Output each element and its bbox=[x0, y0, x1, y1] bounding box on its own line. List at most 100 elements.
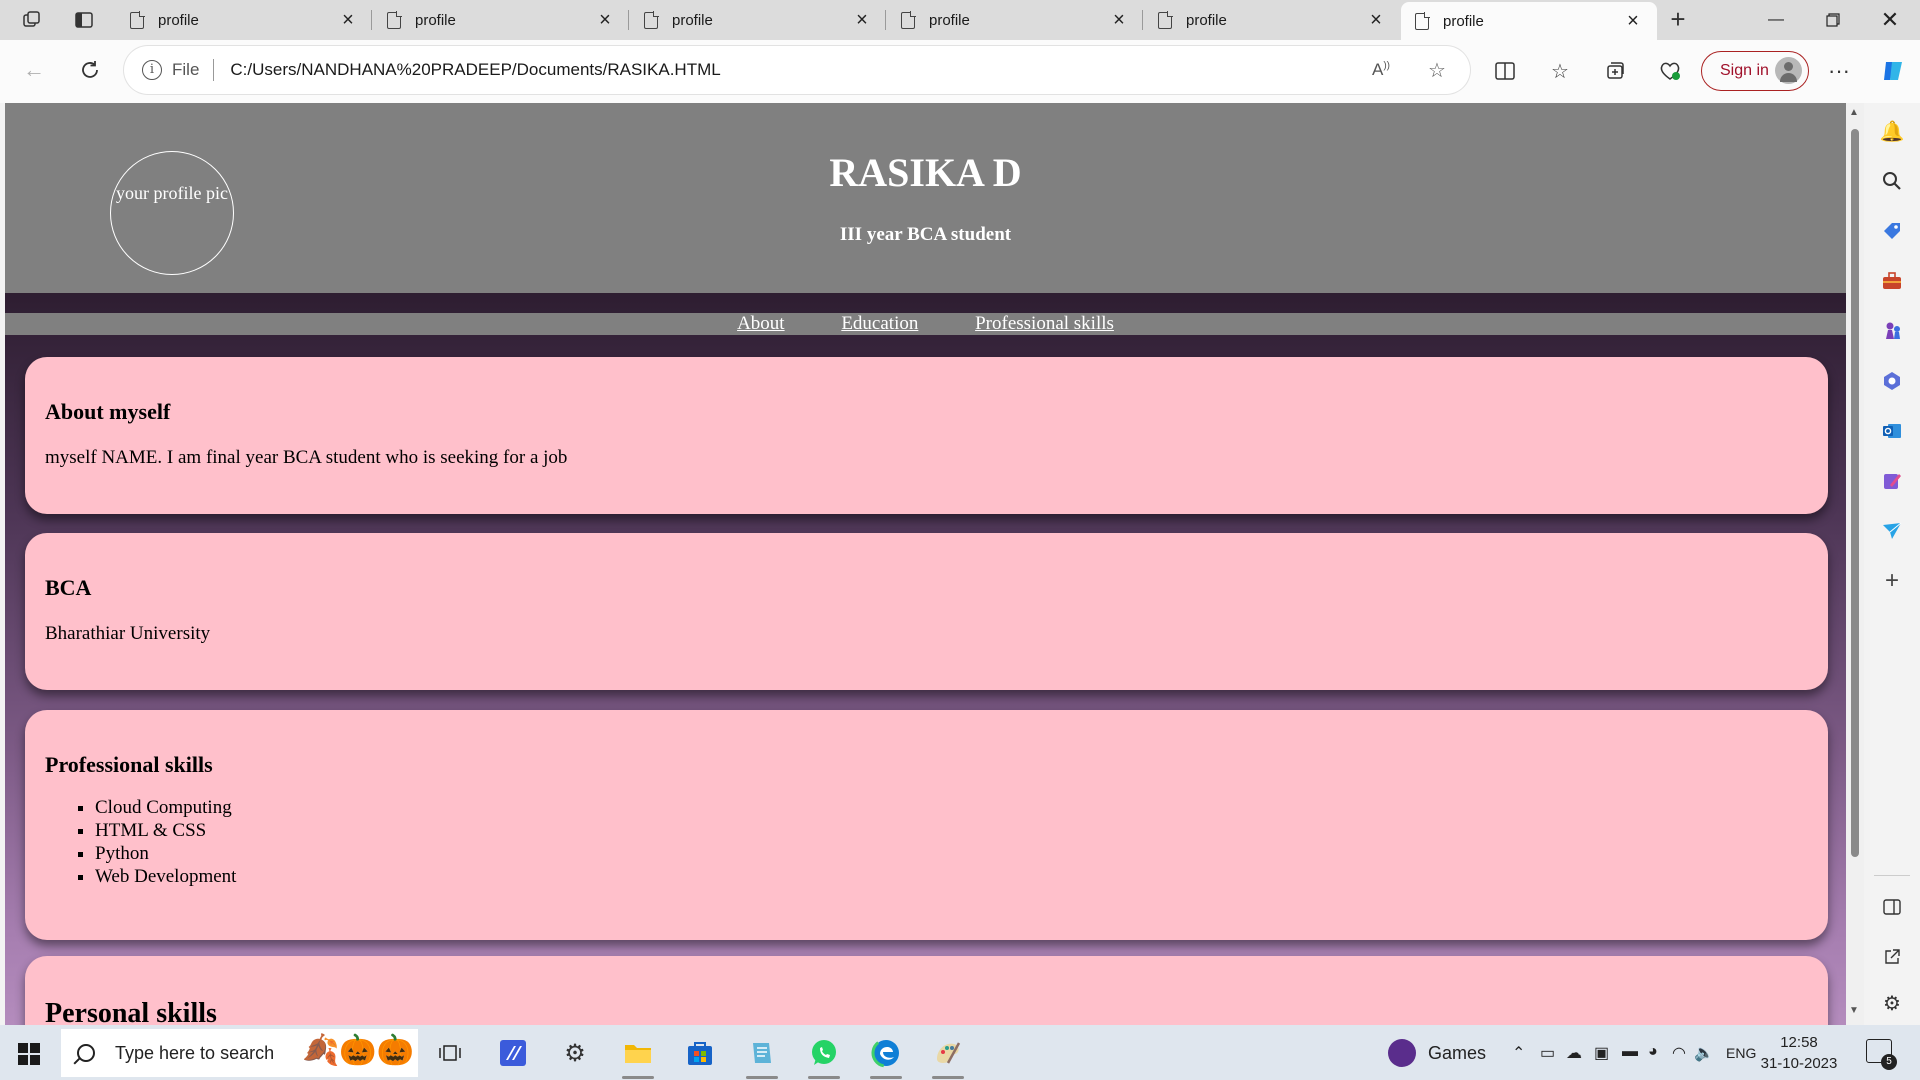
refresh-button[interactable] bbox=[72, 52, 108, 88]
back-button[interactable]: ← bbox=[16, 52, 52, 88]
power-automate-icon[interactable] bbox=[493, 1033, 533, 1073]
display-icon[interactable]: ▣ bbox=[1594, 1043, 1609, 1063]
open-external-icon[interactable] bbox=[1878, 943, 1906, 971]
personal-skills-heading: Personal skills bbox=[45, 998, 217, 1025]
address-bar[interactable]: i File C:/Users/NANDHANA%20PRADEEP/Docum… bbox=[124, 46, 1470, 94]
document-icon bbox=[130, 11, 145, 29]
list-item: HTML & CSS bbox=[95, 819, 1808, 842]
language-indicator[interactable]: ENG bbox=[1726, 1045, 1756, 1061]
tab-title: profile bbox=[415, 11, 456, 29]
scroll-up-icon[interactable]: ▲ bbox=[1849, 107, 1859, 118]
battery-icon[interactable]: ▬ bbox=[1622, 1043, 1638, 1061]
send-drop-icon[interactable] bbox=[1878, 517, 1906, 545]
halloween-pumpkins-icon: 🍂🎃🎃 bbox=[301, 1034, 414, 1067]
shopping-tag-icon[interactable] bbox=[1878, 217, 1906, 245]
notifications-bell-icon[interactable]: 🔔 bbox=[1878, 117, 1906, 145]
vertical-tabs-icon[interactable] bbox=[70, 6, 98, 34]
favorite-star-icon[interactable]: ☆ bbox=[1422, 58, 1452, 83]
list-item: Cloud Computing bbox=[95, 796, 1808, 819]
close-tab-icon[interactable]: × bbox=[852, 9, 872, 32]
copilot-icon[interactable] bbox=[1876, 54, 1910, 88]
browser-tab[interactable]: profile × bbox=[373, 0, 629, 40]
tab-title: profile bbox=[158, 11, 199, 29]
about-heading: About myself bbox=[45, 399, 171, 424]
clock-date: 31-10-2023 bbox=[1760, 1055, 1838, 1072]
new-tab-button[interactable]: + bbox=[1662, 4, 1694, 36]
site-info-icon[interactable]: i bbox=[142, 60, 162, 80]
scrollbar-thumb[interactable] bbox=[1851, 129, 1859, 857]
windows-taskbar: Type here to search 🍂🎃🎃 ⚙ Games ⌃ ▭ ☁ ▣ … bbox=[0, 1025, 1920, 1080]
professional-skills-heading: Professional skills bbox=[45, 752, 213, 777]
sign-in-button[interactable]: Sign in bbox=[1701, 51, 1809, 91]
about-text: myself NAME. I am final year BCA student… bbox=[45, 447, 568, 468]
restore-button[interactable] bbox=[1806, 0, 1860, 40]
edge-tray-icon[interactable]: ◕ bbox=[1648, 1043, 1658, 1061]
page-scrollbar[interactable]: ▲ ▼ bbox=[1846, 103, 1864, 1025]
split-screen-icon[interactable] bbox=[1488, 54, 1522, 88]
search-icon bbox=[77, 1044, 95, 1062]
document-icon bbox=[901, 11, 916, 29]
clock-time: 12:58 bbox=[1780, 1034, 1818, 1051]
scroll-down-icon[interactable]: ▼ bbox=[1849, 1005, 1859, 1016]
windows-start-icon[interactable] bbox=[18, 1043, 40, 1065]
wifi-icon[interactable]: ◠ bbox=[1672, 1043, 1686, 1063]
task-view-icon[interactable] bbox=[430, 1033, 470, 1073]
personal-skills-card: Personal skills bbox=[25, 956, 1828, 1025]
nav-link-education[interactable]: Education bbox=[841, 313, 918, 334]
notification-center-icon[interactable]: 5 bbox=[1866, 1039, 1897, 1070]
browser-tab[interactable]: profile × bbox=[1144, 0, 1400, 40]
settings-more-icon[interactable]: ··· bbox=[1822, 54, 1856, 88]
microsoft-store-icon[interactable] bbox=[680, 1033, 720, 1073]
sidebar-settings-gear-icon[interactable]: ⚙ bbox=[1878, 989, 1906, 1017]
nav-link-about[interactable]: About bbox=[737, 313, 785, 334]
close-tab-icon[interactable]: × bbox=[595, 9, 615, 32]
taskbar-search-box[interactable]: Type here to search 🍂🎃🎃 bbox=[61, 1029, 418, 1077]
microsoft-365-icon[interactable] bbox=[1878, 367, 1906, 395]
nav-link-professional-skills[interactable]: Professional skills bbox=[975, 313, 1114, 334]
meet-now-icon[interactable]: ▭ bbox=[1540, 1043, 1555, 1063]
browser-tab[interactable]: profile × bbox=[887, 0, 1143, 40]
url-text[interactable]: C:/Users/NANDHANA%20PRADEEP/Documents/RA… bbox=[230, 60, 1340, 80]
file-explorer-icon[interactable] bbox=[618, 1033, 658, 1079]
document-icon bbox=[1158, 11, 1173, 29]
edge-browser-icon[interactable] bbox=[866, 1033, 906, 1079]
read-aloud-icon[interactable]: A)) bbox=[1366, 60, 1396, 80]
notification-count-badge: 5 bbox=[1881, 1054, 1897, 1070]
close-tab-icon[interactable]: × bbox=[338, 9, 358, 32]
browser-tab[interactable]: profile × bbox=[116, 0, 372, 40]
about-card: About myself myself NAME. I am final yea… bbox=[25, 357, 1828, 514]
browser-tab[interactable]: profile × bbox=[630, 0, 886, 40]
page-nav: About Education Professional skills bbox=[5, 313, 1846, 335]
volume-icon[interactable]: 🔈 bbox=[1694, 1043, 1714, 1063]
games-icon bbox=[1388, 1039, 1416, 1067]
taskbar-clock[interactable]: 12:58 31-10-2023 bbox=[1754, 1032, 1844, 1074]
outlook-icon[interactable] bbox=[1878, 417, 1906, 445]
collections-icon[interactable] bbox=[1598, 54, 1632, 88]
tab-title: profile bbox=[1443, 12, 1484, 30]
browser-toolbar: ← i File C:/Users/NANDHANA%20PRADEEP/Doc… bbox=[0, 40, 1920, 103]
show-hidden-icons-chevron-icon[interactable]: ⌃ bbox=[1512, 1043, 1525, 1063]
document-icon bbox=[644, 11, 659, 29]
search-icon[interactable] bbox=[1878, 167, 1906, 195]
hide-sidebar-icon[interactable] bbox=[1878, 893, 1906, 921]
workspaces-icon[interactable] bbox=[18, 6, 46, 34]
games-widget[interactable]: Games bbox=[1388, 1039, 1486, 1067]
settings-gear-icon[interactable]: ⚙ bbox=[555, 1033, 595, 1073]
close-window-button[interactable]: ✕ bbox=[1863, 0, 1917, 40]
close-tab-icon[interactable]: × bbox=[1109, 9, 1129, 32]
browser-essentials-icon[interactable] bbox=[1653, 54, 1687, 88]
close-tab-icon[interactable]: × bbox=[1366, 9, 1386, 32]
tools-briefcase-icon[interactable] bbox=[1878, 267, 1906, 295]
browser-tab-active[interactable]: profile × bbox=[1401, 2, 1657, 40]
onedrive-cloud-icon[interactable]: ☁ bbox=[1566, 1043, 1582, 1063]
add-sidebar-app-icon[interactable]: + bbox=[1878, 567, 1906, 595]
minimize-button[interactable]: — bbox=[1749, 0, 1803, 40]
games-chess-icon[interactable] bbox=[1878, 317, 1906, 345]
notepad-icon[interactable] bbox=[742, 1033, 782, 1079]
close-tab-icon[interactable]: × bbox=[1623, 10, 1643, 33]
page-title: RASIKA D bbox=[829, 150, 1022, 195]
whatsapp-icon[interactable] bbox=[804, 1033, 844, 1079]
paint-icon[interactable] bbox=[928, 1033, 968, 1079]
favorites-icon[interactable]: ☆ bbox=[1543, 54, 1577, 88]
designer-icon[interactable] bbox=[1878, 467, 1906, 495]
